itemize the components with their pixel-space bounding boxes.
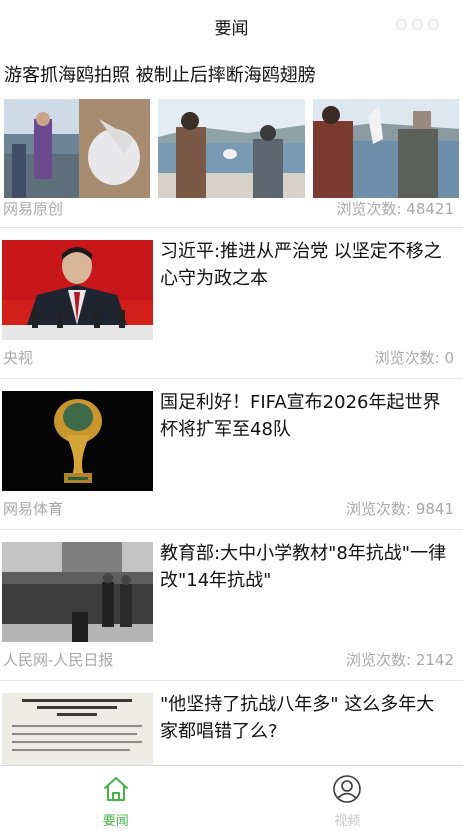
news-title: 国足利好！FIFA宣布2026年起世界杯将扩军至48队	[160, 392, 441, 440]
more-icon[interactable]	[396, 19, 439, 30]
news-image	[312, 99, 459, 198]
news-image	[2, 240, 153, 340]
news-item[interactable]: "他坚持了抗战八年多" 这么多年大家都唱错了么?	[0, 681, 463, 766]
news-image	[158, 99, 305, 198]
news-views: 浏览次数: 9841	[346, 500, 454, 518]
news-title: "他坚持了抗战八年多" 这么多年大家都唱错了么?	[160, 694, 435, 742]
home-icon	[103, 777, 128, 801]
tab-label: 要闻	[102, 814, 129, 829]
news-feed[interactable]: 游客抓海鸥拍照 被制止后摔断海鸥翅膀 网易原创 浏览次数: 48421 习近平:…	[0, 52, 463, 766]
news-item[interactable]: 教育部:大中小学教材"8年抗战"一律改"14年抗战" 人民网-人民日报 浏览次数…	[0, 530, 463, 681]
tab-label: 视频	[334, 814, 361, 829]
news-views: 浏览次数: 48421	[336, 200, 454, 218]
news-item[interactable]: 国足利好！FIFA宣布2026年起世界杯将扩军至48队 网易体育 浏览次数: 9…	[0, 379, 463, 530]
news-meta: 网易原创 浏览次数: 48421	[3, 198, 454, 219]
news-title: 习近平:推进从严治党 以坚定不移之心守为政之本	[160, 241, 442, 289]
news-image	[2, 542, 153, 642]
news-meta: 央视 浏览次数: 0	[3, 347, 454, 368]
news-title: 游客抓海鸥拍照 被制止后摔断海鸥翅膀	[4, 65, 316, 86]
news-views: 浏览次数: 2142	[346, 651, 454, 669]
tab-news[interactable]: 要闻	[0, 766, 232, 840]
news-image	[4, 99, 151, 198]
news-item[interactable]: 习近平:推进从严治党 以坚定不移之心守为政之本 央视 浏览次数: 0	[0, 228, 463, 379]
news-source: 人民网-人民日报	[3, 651, 114, 669]
news-image	[2, 391, 153, 491]
page-title: 要闻	[214, 18, 249, 39]
news-item[interactable]: 游客抓海鸥拍照 被制止后摔断海鸥翅膀 网易原创 浏览次数: 48421	[0, 52, 463, 228]
news-meta: 人民网-人民日报 浏览次数: 2142	[3, 649, 454, 670]
news-title: 教育部:大中小学教材"8年抗战"一律改"14年抗战"	[160, 543, 447, 591]
news-source: 网易体育	[3, 500, 64, 518]
news-views: 浏览次数: 0	[374, 349, 454, 367]
tab-video[interactable]: 视频	[232, 766, 463, 840]
news-image	[2, 693, 153, 766]
news-meta: 网易体育 浏览次数: 9841	[3, 498, 454, 519]
bottom-tab-bar: 要闻 视频	[0, 765, 463, 840]
news-thumbnails	[4, 99, 459, 198]
user-icon	[333, 775, 362, 803]
app-header: 要闻	[0, 0, 463, 52]
news-source: 网易原创	[3, 200, 64, 218]
news-source: 央视	[3, 349, 34, 367]
